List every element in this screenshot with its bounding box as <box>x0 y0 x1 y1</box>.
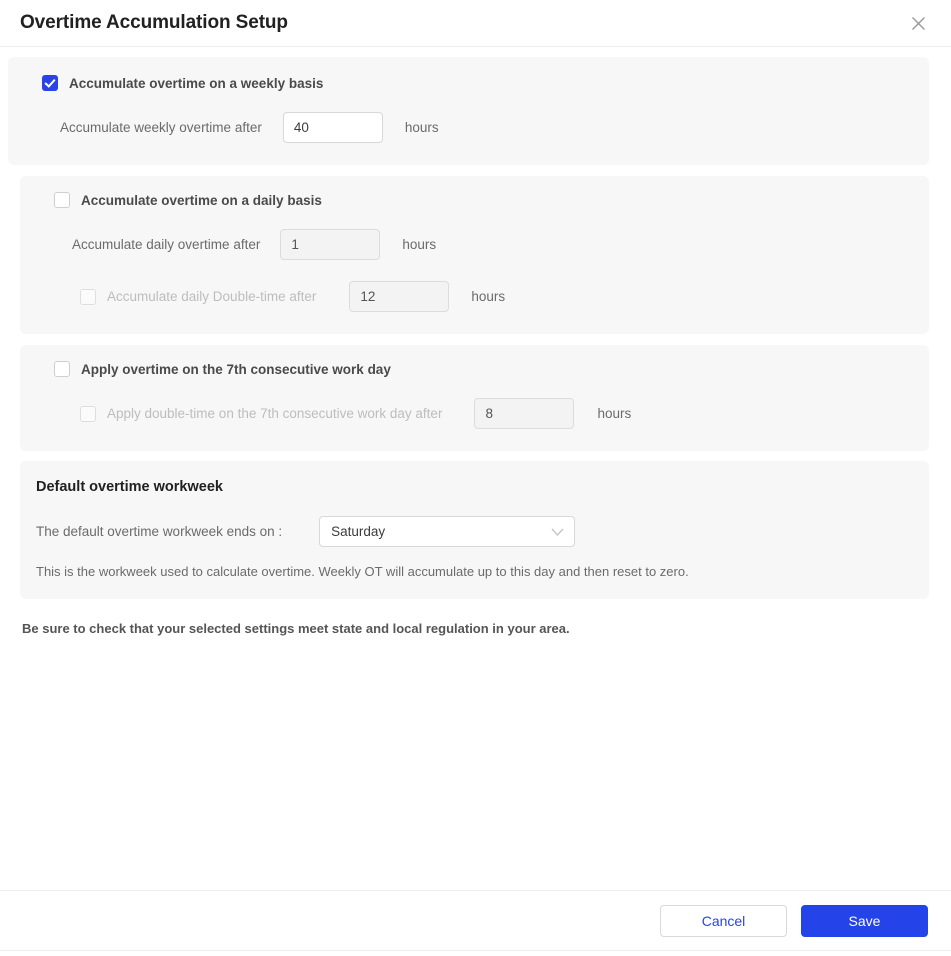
cancel-button[interactable]: Cancel <box>660 905 787 937</box>
daily-threshold-unit: hours <box>402 237 436 252</box>
modal-header: Overtime Accumulation Setup <box>0 0 951 47</box>
seventh-day-doubletime-label: Apply double-time on the 7th consecutive… <box>107 406 442 421</box>
daily-doubletime-unit: hours <box>471 289 505 304</box>
daily-overtime-checkbox[interactable] <box>54 192 70 208</box>
seventh-day-doubletime-unit: hours <box>597 406 631 421</box>
daily-overtime-panel: Accumulate overtime on a daily basis Acc… <box>20 176 929 334</box>
weekly-overtime-label: Accumulate overtime on a weekly basis <box>69 76 323 91</box>
weekly-threshold-label: Accumulate weekly overtime after <box>60 120 262 135</box>
weekly-threshold-row: Accumulate weekly overtime after hours <box>8 112 929 143</box>
regulation-warning-note: Be sure to check that your selected sett… <box>22 621 951 636</box>
page-title: Overtime Accumulation Setup <box>20 12 288 34</box>
workweek-end-day-select[interactable]: Saturday <box>319 516 575 547</box>
default-workweek-note: This is the workweek used to calculate o… <box>20 564 929 579</box>
seventh-day-doubletime-checkbox[interactable] <box>80 406 96 422</box>
weekly-overtime-panel: Accumulate overtime on a weekly basis Ac… <box>8 57 929 165</box>
seventh-day-doubletime-row: Apply double-time on the 7th consecutive… <box>20 398 929 429</box>
daily-overtime-label: Accumulate overtime on a daily basis <box>81 193 322 208</box>
daily-doubletime-label: Accumulate daily Double-time after <box>107 289 316 304</box>
seventh-day-overtime-label: Apply overtime on the 7th consecutive wo… <box>81 362 391 377</box>
daily-doubletime-row: Accumulate daily Double-time after hours <box>20 281 929 312</box>
default-workweek-panel: Default overtime workweek The default ov… <box>20 461 929 599</box>
seventh-day-panel: Apply overtime on the 7th consecutive wo… <box>20 345 929 451</box>
daily-doubletime-checkbox[interactable] <box>80 289 96 305</box>
modal-footer: Cancel Save <box>0 890 951 951</box>
chevron-down-icon <box>551 527 564 536</box>
weekly-threshold-unit: hours <box>405 120 439 135</box>
daily-threshold-row: Accumulate daily overtime after hours <box>20 229 929 260</box>
workweek-end-day-value: Saturday <box>320 524 385 539</box>
close-icon[interactable] <box>905 10 931 36</box>
daily-doubletime-input[interactable] <box>349 281 449 312</box>
modal-body: Accumulate overtime on a weekly basis Ac… <box>0 57 951 636</box>
daily-threshold-label: Accumulate daily overtime after <box>72 237 260 252</box>
workweek-select-row: The default overtime workweek ends on : … <box>20 516 929 547</box>
daily-threshold-input[interactable] <box>280 229 380 260</box>
seventh-day-doubletime-input[interactable] <box>474 398 574 429</box>
workweek-select-label: The default overtime workweek ends on : <box>36 524 282 539</box>
daily-checkbox-row[interactable]: Accumulate overtime on a daily basis <box>20 192 929 208</box>
weekly-overtime-checkbox[interactable] <box>42 75 58 91</box>
seventh-day-checkbox-row[interactable]: Apply overtime on the 7th consecutive wo… <box>20 361 929 377</box>
weekly-threshold-input[interactable] <box>283 112 383 143</box>
seventh-day-overtime-checkbox[interactable] <box>54 361 70 377</box>
weekly-checkbox-row[interactable]: Accumulate overtime on a weekly basis <box>8 75 929 91</box>
save-button[interactable]: Save <box>801 905 928 937</box>
default-workweek-title: Default overtime workweek <box>20 479 929 495</box>
